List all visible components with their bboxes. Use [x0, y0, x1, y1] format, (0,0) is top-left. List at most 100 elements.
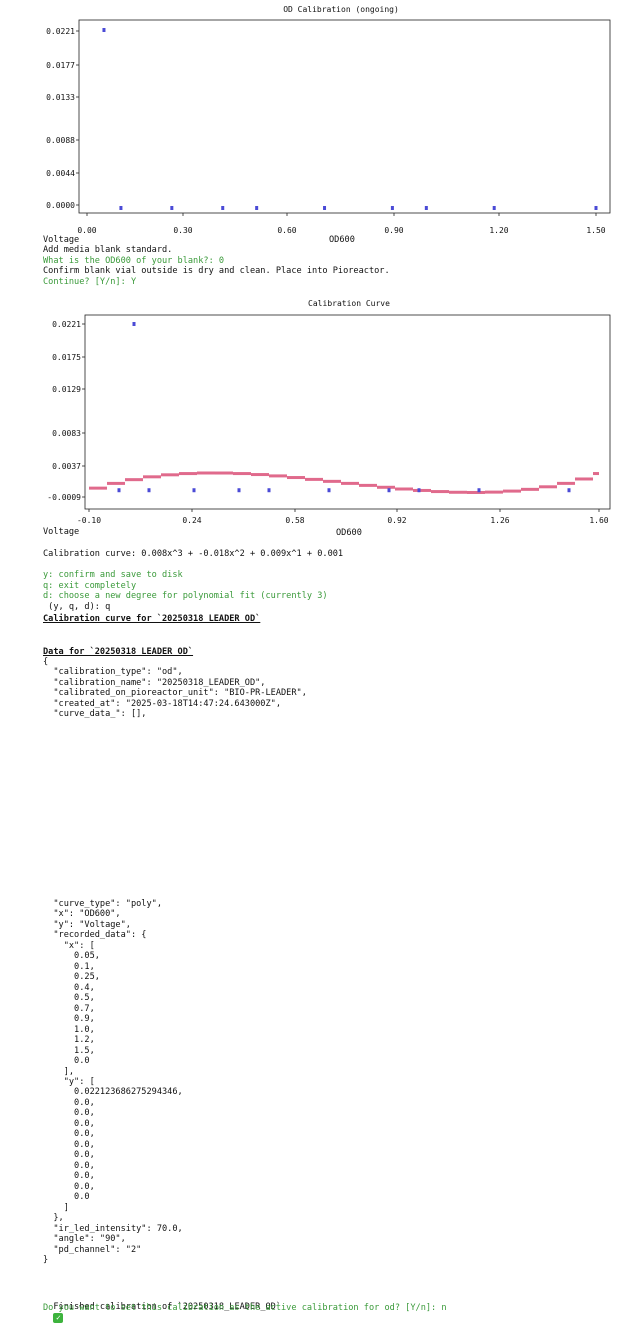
od-calibration-plot: OD Calibration (ongoing) 0.0221 0.0177 0.0…	[46, 5, 611, 235]
json-line: "created_at": "2025-03-18T14:47:24.64300…	[43, 698, 281, 709]
y-tick-label: 0.0221	[46, 27, 75, 36]
json-line: "x": [	[43, 940, 95, 951]
x-tick-label: 0.58	[285, 516, 304, 525]
fit-curve-segment	[539, 485, 557, 489]
fit-curve-segment	[395, 487, 413, 491]
data-point	[170, 206, 174, 210]
fit-curve-segment	[521, 487, 539, 491]
y-tick-label: 0.0044	[46, 169, 75, 178]
fit-curve-segment	[485, 490, 503, 494]
y-axis-label: Voltage	[43, 527, 80, 537]
calibration-equation: Calibration curve: 0.008x^3 + -0.018x^2 …	[43, 549, 344, 559]
json-line: {	[43, 657, 49, 667]
data-point	[492, 206, 496, 210]
json-line: "calibrated_on_pioreactor_unit": "BIO-PR…	[43, 688, 307, 699]
y-tick-label: 0.0000	[46, 201, 75, 210]
json-line: 0.0,	[43, 1118, 95, 1129]
terminal-line: Confirm blank vial outside is dry and cl…	[43, 266, 390, 276]
x-tick-label: 0.60	[277, 226, 296, 235]
json-line: 0.0,	[43, 1139, 95, 1150]
json-line: 0.0,	[43, 1171, 95, 1182]
json-line: "pd_channel": "2"	[43, 1244, 142, 1255]
terminal-input[interactable]: (y, q, d): q	[43, 602, 110, 612]
fit-curve-segment	[557, 481, 575, 485]
json-line: "y": [	[43, 1076, 95, 1087]
fit-curve-segment	[341, 481, 359, 485]
data-point	[390, 206, 394, 210]
chart-title: OD Calibration (ongoing)	[283, 5, 399, 14]
calibration-curve-plot: Calibration Curve 0.0221 0.0175 0.0129 0.00…	[47, 299, 611, 525]
json-line: }	[43, 1254, 49, 1265]
fit-curve-segment	[575, 477, 593, 481]
x-axis-label: OD600	[336, 528, 362, 538]
fit-curve-segment	[413, 488, 431, 492]
fit-curve-segment	[377, 485, 395, 489]
fit-curve-segment	[233, 472, 251, 476]
od-calibration-chart: OD Calibration (ongoing) 0.0221 0.0177 0.0…	[0, 0, 632, 240]
data-point	[477, 488, 481, 493]
json-line: 0.022123686275294346,	[43, 1087, 183, 1098]
check-icon: ✓	[53, 1313, 64, 1323]
data-point	[147, 488, 151, 493]
data-point	[417, 488, 421, 493]
fit-curve-segment	[503, 489, 521, 493]
x-tick-label: 0.24	[182, 516, 201, 525]
y-tick-label: 0.0129	[52, 385, 81, 394]
option-confirm: y: confirm and save to disk	[43, 570, 183, 580]
fit-curve-segment	[431, 490, 449, 494]
data-header: Data for `20250318_LEADER_OD`	[43, 647, 194, 657]
json-line: "recorded_data": {	[43, 930, 147, 941]
fit-curve-segment	[215, 471, 233, 475]
json-line: ],	[43, 1066, 75, 1077]
fit-curve-segment	[197, 471, 215, 475]
json-line: 0.0,	[43, 1129, 95, 1140]
data-point	[117, 488, 121, 493]
x-tick-label: 0.00	[77, 226, 96, 235]
fit-curve-segment	[305, 477, 323, 481]
json-line: "curve_data_": [],	[43, 709, 147, 719]
data-point	[237, 488, 241, 493]
json-line: 0.0,	[43, 1181, 95, 1192]
x-tick-label: -0.10	[77, 516, 101, 525]
fit-curve-segment	[323, 479, 341, 483]
fit-curve-segment	[89, 486, 107, 490]
fit-curve-segment	[125, 478, 143, 482]
json-line: 0.25,	[43, 972, 100, 983]
json-line: "ir_led_intensity": 70.0,	[43, 1223, 183, 1234]
active-calibration-prompt[interactable]: Do you want to set this calibration as t…	[43, 1303, 447, 1313]
fit-curve-segment	[269, 474, 287, 478]
json-line: "curve_type": "poly",	[43, 899, 162, 909]
json-line: 0.0	[43, 1192, 90, 1203]
x-tick-label: 1.60	[589, 516, 608, 525]
json-line: 0.0,	[43, 1108, 95, 1119]
y-tick-label: 0.0175	[52, 353, 81, 362]
y-tick-label: 0.0088	[46, 136, 75, 145]
plot-frame	[78, 19, 611, 214]
data-point	[132, 322, 136, 326]
fit-curve-segment	[161, 473, 179, 477]
y-axis-label: Voltage	[43, 235, 80, 245]
json-line: },	[43, 1213, 64, 1224]
fit-curve-segment	[467, 490, 485, 494]
data-point	[594, 206, 598, 210]
fit-curve-segment	[593, 472, 599, 476]
json-line: "calibration_type": "od",	[43, 667, 183, 678]
x-tick-label: 0.92	[387, 516, 406, 525]
x-tick-label: 1.20	[489, 226, 508, 235]
json-line: 1.5,	[43, 1045, 95, 1056]
x-axis-label: OD600	[329, 235, 355, 245]
json-line: 0.05,	[43, 951, 100, 962]
json-line: 1.2,	[43, 1035, 95, 1046]
x-tick-label: 1.50	[586, 226, 605, 235]
data-point	[267, 488, 271, 493]
calibration-header: Calibration curve for `20250318_LEADER_O…	[43, 614, 261, 624]
y-tick-label: 0.0221	[52, 320, 81, 329]
json-line: 0.7,	[43, 1003, 95, 1014]
calibration-curve-chart: Calibration Curve 0.0221 0.0175 0.0129 0.00…	[0, 294, 632, 534]
terminal-prompt: What is the OD600 of your blank?: 0	[43, 256, 225, 266]
fit-curve-segment	[287, 476, 305, 480]
y-tick-label: -0.0009	[47, 493, 81, 502]
json-line: "angle": "90",	[43, 1234, 126, 1245]
data-point	[327, 488, 331, 493]
json-line: 0.9,	[43, 1014, 95, 1025]
